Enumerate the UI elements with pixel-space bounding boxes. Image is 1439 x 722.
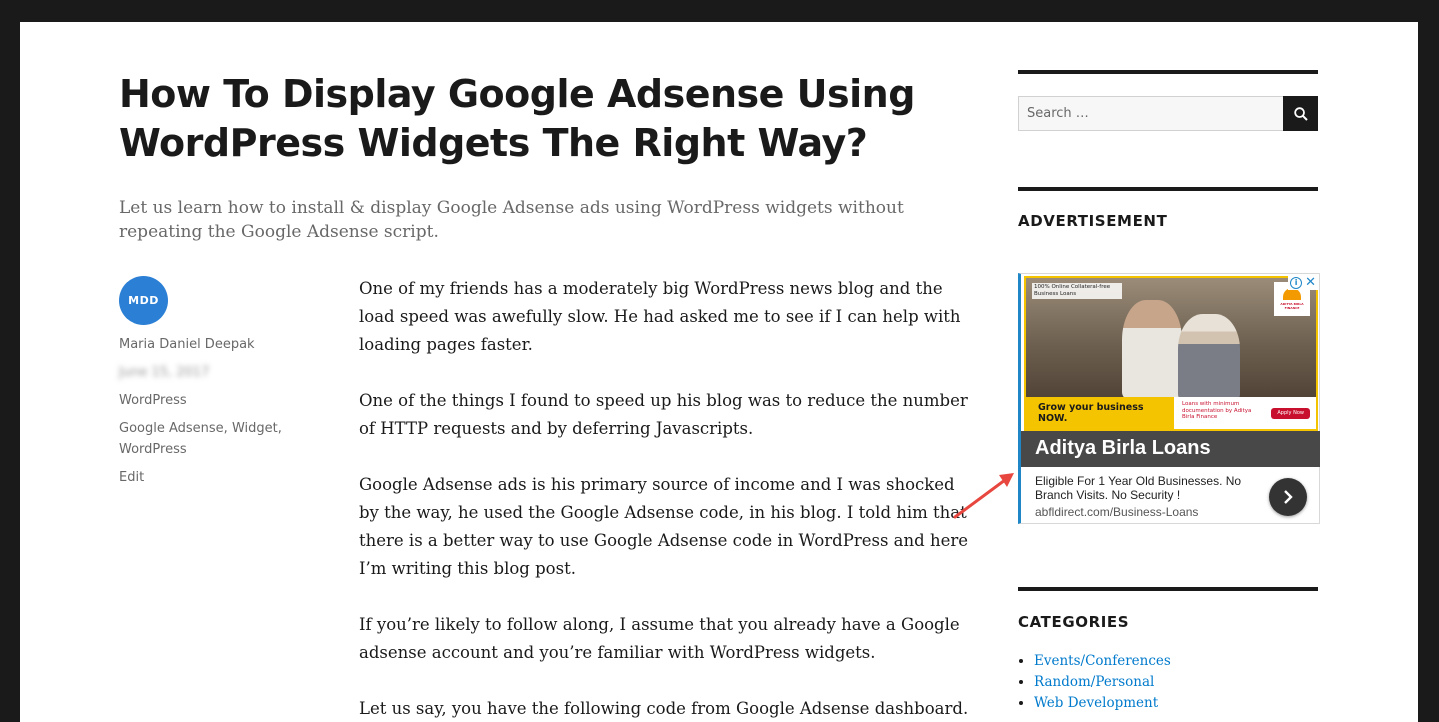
post-content: One of my friends has a moderately big W… — [359, 275, 969, 722]
search-input[interactable] — [1018, 96, 1283, 131]
ad-image-banner: Grow your business NOW. Loans with minim… — [1026, 397, 1316, 429]
category-link[interactable]: WordPress — [119, 390, 299, 411]
author-avatar[interactable]: MDD — [119, 276, 168, 325]
widget-divider — [1018, 587, 1318, 591]
post-excerpt: Let us learn how to install & display Go… — [119, 198, 904, 242]
author-link[interactable]: Maria Daniel Deepak — [119, 334, 299, 355]
post-title: How To Display Google Adsense Using Word… — [119, 72, 915, 165]
ad-description[interactable]: Eligible For 1 Year Old Businesses. No B… — [1035, 474, 1245, 502]
ad-image[interactable]: 100% Online Collateral-free Business Loa… — [1024, 276, 1318, 431]
ad-url[interactable]: abfldirect.com/Business-Loans — [1035, 505, 1198, 519]
ad-headline[interactable]: Aditya Birla Loans — [1021, 431, 1320, 467]
ad-unit[interactable]: 100% Online Collateral-free Business Loa… — [1018, 273, 1320, 524]
search-button[interactable] — [1283, 96, 1318, 131]
categories-list: Events/Conferences Random/Personal Web D… — [1018, 651, 1320, 714]
advertisement-title: ADVERTISEMENT — [1018, 212, 1168, 230]
chevron-right-icon — [1284, 490, 1293, 504]
brand-logo-text: ADITYA BIRLA FINANCE — [1280, 302, 1304, 310]
info-icon[interactable]: i — [1290, 276, 1303, 289]
sidebar: ADVERTISEMENT 100% Online Collateral-fre… — [1018, 70, 1320, 714]
list-item: Random/Personal — [1034, 672, 1320, 693]
ad-image-detail: Loans with minimum documentation by Adit… — [1174, 397, 1316, 429]
content-paragraph: Google Adsense ads is his primary source… — [359, 475, 968, 578]
apply-now-button[interactable]: Apply Now — [1271, 408, 1310, 419]
close-icon[interactable]: ✕ — [1305, 275, 1316, 290]
edit-link[interactable]: Edit — [119, 467, 299, 488]
search-form — [1018, 96, 1318, 131]
list-item: Web Development — [1034, 693, 1320, 714]
widget-divider — [1018, 70, 1318, 74]
search-icon — [1293, 106, 1308, 121]
person-image — [1178, 314, 1240, 402]
content-paragraph: One of the things I found to speed up hi… — [359, 391, 968, 438]
tags-links[interactable]: Google Adsense, Widget, WordPress — [119, 418, 299, 460]
post-date[interactable]: June 15, 2017 — [119, 362, 299, 383]
ad-image-tagline: 100% Online Collateral-free Business Loa… — [1032, 283, 1122, 299]
category-link[interactable]: Web Development — [1034, 695, 1158, 711]
entry-meta: MDD Maria Daniel Deepak June 15, 2017 Wo… — [119, 276, 299, 488]
categories-title: CATEGORIES — [1018, 613, 1130, 631]
list-item: Events/Conferences — [1034, 651, 1320, 672]
person-image — [1122, 300, 1182, 400]
content-paragraph: If you’re likely to follow along, I assu… — [359, 615, 960, 662]
ad-image-cta: Grow your business NOW. — [1038, 402, 1144, 424]
widget-divider — [1018, 187, 1318, 191]
ad-open-button[interactable] — [1269, 478, 1307, 516]
content-paragraph: Let us say, you have the following code … — [359, 699, 969, 718]
content-paragraph: One of my friends has a moderately big W… — [359, 279, 961, 354]
ad-image-small-text: Loans with minimum documentation by Adit… — [1182, 401, 1252, 420]
page-frame: How To Display Google Adsense Using Word… — [20, 22, 1418, 722]
category-link[interactable]: Events/Conferences — [1034, 653, 1171, 669]
category-link[interactable]: Random/Personal — [1034, 674, 1154, 690]
ad-choices[interactable]: i ✕ — [1288, 275, 1318, 290]
